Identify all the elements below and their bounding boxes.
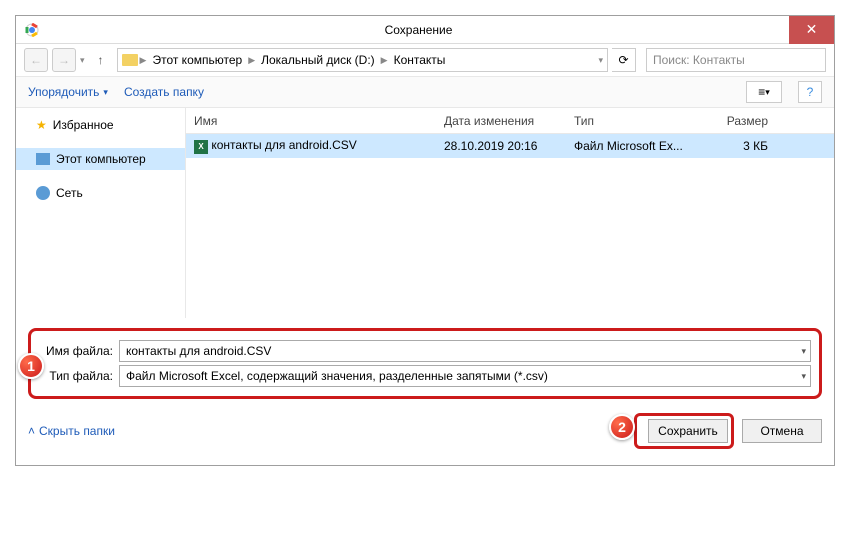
col-name[interactable]: Имя	[186, 114, 436, 128]
save-dialog: Сохранение ✕ ← → ▾ ↑ ▶ Этот компьютер ▶ …	[15, 15, 835, 466]
window-title: Сохранение	[48, 23, 789, 37]
toolbar: Упорядочить ▾ Создать папку ≡ ▾ ?	[16, 76, 834, 108]
nav-bar: ← → ▾ ↑ ▶ Этот компьютер ▶ Локальный дис…	[16, 44, 834, 76]
cancel-button[interactable]: Отмена	[742, 419, 822, 443]
chrome-icon	[24, 22, 40, 38]
folder-icon	[122, 54, 138, 66]
crumb-computer[interactable]: Этот компьютер	[148, 53, 246, 67]
close-button[interactable]: ✕	[789, 16, 834, 44]
highlight-box-2: 2 Сохранить	[634, 413, 734, 449]
tree-favorites[interactable]: ★Избранное	[16, 114, 185, 136]
organize-button[interactable]: Упорядочить ▾	[28, 85, 108, 99]
chevron-right-icon[interactable]: ▶	[381, 55, 388, 66]
filename-label: Имя файла:	[39, 344, 119, 358]
forward-button[interactable]: →	[52, 48, 76, 72]
chevron-down-icon[interactable]: ▾	[801, 371, 806, 382]
back-button[interactable]: ←	[24, 48, 48, 72]
column-headers: Имя Дата изменения Тип Размер	[186, 108, 834, 134]
file-date: 28.10.2019 20:16	[436, 139, 566, 153]
marker-1: 1	[18, 353, 44, 379]
titlebar: Сохранение ✕	[16, 16, 834, 44]
filetype-select[interactable]: Файл Microsoft Excel, содержащий значени…	[119, 365, 811, 387]
computer-icon	[36, 153, 50, 165]
chevron-down-icon[interactable]: ▾	[598, 55, 603, 66]
hide-folders-link[interactable]: ˄Скрыть папки	[28, 424, 115, 438]
crumb-disk[interactable]: Локальный диск (D:)	[257, 53, 379, 67]
search-input[interactable]: Поиск: Контакты	[646, 48, 826, 72]
filetype-row: Тип файла: Файл Microsoft Excel, содержа…	[39, 365, 811, 387]
file-name: контакты для android.CSV	[211, 138, 356, 152]
refresh-button[interactable]: ⟳	[612, 48, 636, 72]
crumb-folder[interactable]: Контакты	[390, 53, 450, 67]
recent-dropdown-icon[interactable]: ▾	[80, 55, 85, 66]
file-type: Файл Microsoft Ex...	[566, 139, 706, 153]
network-icon	[36, 186, 50, 200]
excel-icon: X	[194, 140, 208, 154]
filename-row: Имя файла: контакты для android.CSV▾	[39, 340, 811, 362]
bottom-panel: 1 Имя файла: контакты для android.CSV▾ Т…	[16, 318, 834, 465]
search-placeholder: Поиск: Контакты	[653, 53, 745, 67]
chevron-down-icon[interactable]: ▾	[801, 346, 806, 357]
view-button[interactable]: ≡ ▾	[746, 81, 782, 103]
footer: ˄Скрыть папки 2 Сохранить Отмена	[28, 407, 822, 455]
chevron-right-icon[interactable]: ▶	[140, 55, 147, 66]
up-button[interactable]: ↑	[89, 48, 113, 72]
file-size: 3 КБ	[706, 139, 776, 153]
breadcrumb[interactable]: ▶ Этот компьютер ▶ Локальный диск (D:) ▶…	[117, 48, 608, 72]
star-icon: ★	[36, 118, 47, 132]
save-button[interactable]: Сохранить	[648, 419, 728, 443]
filetype-label: Тип файла:	[39, 369, 119, 383]
highlight-box-1: 1 Имя файла: контакты для android.CSV▾ Т…	[28, 328, 822, 399]
help-button[interactable]: ?	[798, 81, 822, 103]
nav-tree: ★Избранное Этот компьютер Сеть	[16, 108, 186, 318]
marker-2: 2	[609, 414, 635, 440]
col-date[interactable]: Дата изменения	[436, 114, 566, 128]
tree-computer[interactable]: Этот компьютер	[16, 148, 185, 170]
chevron-right-icon[interactable]: ▶	[248, 55, 255, 66]
file-list: Имя Дата изменения Тип Размер X контакты…	[186, 108, 834, 318]
filename-input[interactable]: контакты для android.CSV▾	[119, 340, 811, 362]
col-size[interactable]: Размер	[706, 114, 776, 128]
chevron-up-icon: ˄	[28, 424, 35, 438]
col-type[interactable]: Тип	[566, 114, 706, 128]
file-row[interactable]: X контакты для android.CSV 28.10.2019 20…	[186, 134, 834, 158]
main-area: ★Избранное Этот компьютер Сеть Имя Дата …	[16, 108, 834, 318]
tree-network[interactable]: Сеть	[16, 182, 185, 204]
new-folder-button[interactable]: Создать папку	[124, 85, 204, 99]
